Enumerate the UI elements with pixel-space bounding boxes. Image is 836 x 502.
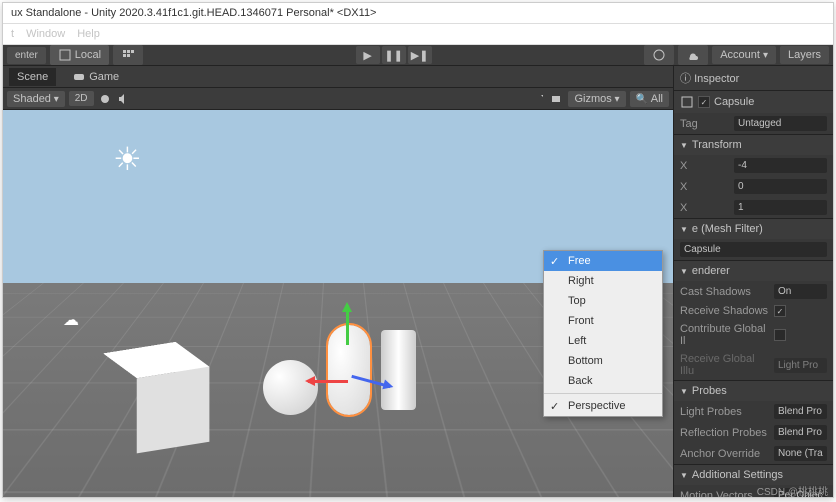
pos-x-field[interactable]: -4 — [734, 158, 827, 173]
inspector-header[interactable]: ⓘ Inspector — [674, 66, 833, 91]
receive-shadows-checkbox[interactable]: ✓ — [774, 305, 786, 317]
sun-icon: ☀ — [113, 140, 142, 178]
menu-item-window[interactable]: Window — [26, 28, 65, 40]
game-icon — [72, 70, 86, 84]
tools-icon[interactable] — [532, 92, 546, 106]
ctx-perspective[interactable]: Perspective — [544, 396, 662, 416]
cube-icon — [680, 95, 694, 109]
local-button[interactable]: Local — [50, 45, 109, 65]
step-button[interactable]: ▶❚ — [408, 46, 432, 64]
grid-icon — [121, 48, 135, 62]
view-tabs: Scene Game — [3, 66, 673, 88]
gizmo-y-axis[interactable] — [346, 305, 349, 345]
local-icon — [58, 48, 72, 62]
tag-label: Tag — [680, 118, 730, 130]
menu-item-help[interactable]: Help — [77, 28, 100, 40]
additional-header[interactable]: ▼Additional Settings — [674, 464, 833, 485]
ctx-bottom[interactable]: Bottom — [544, 351, 662, 371]
transform-header[interactable]: ▼Transform — [674, 134, 833, 155]
renderer-header[interactable]: ▼enderer — [674, 260, 833, 281]
ctx-back[interactable]: Back — [544, 371, 662, 391]
search-field[interactable]: 🔍 All — [630, 91, 669, 107]
window-title: ux Standalone - Unity 2020.3.41f1c1.git.… — [3, 3, 833, 24]
tab-game[interactable]: Game — [64, 67, 127, 87]
tag-dropdown[interactable]: Untagged — [734, 116, 827, 131]
ctx-free[interactable]: Free — [544, 251, 662, 271]
cylinder-object[interactable] — [381, 330, 416, 410]
pause-button[interactable]: ❚❚ — [382, 46, 406, 64]
light-icon[interactable] — [98, 92, 112, 106]
anchor-dropdown[interactable]: None (Tra — [774, 446, 827, 461]
mode-2d-toggle[interactable]: 2D — [69, 91, 94, 106]
camera-icon[interactable] — [550, 92, 564, 106]
probes-header[interactable]: ▼Probes — [674, 380, 833, 401]
layers-dropdown[interactable]: Layers — [780, 46, 829, 64]
menu-item-t[interactable]: t — [11, 28, 14, 40]
gizmo-x-axis[interactable] — [308, 380, 348, 383]
ctx-top[interactable]: Top — [544, 291, 662, 311]
scene-options-bar: Shaded ▾ 2D Gizmos ▾ 🔍 All — [3, 88, 673, 110]
cube-object[interactable] — [137, 367, 210, 454]
center-button[interactable]: enter — [7, 47, 46, 64]
reflection-probes-dropdown[interactable]: Blend Pro — [774, 425, 827, 440]
mesh-field[interactable]: Capsule — [680, 242, 827, 257]
sphere-object[interactable] — [263, 360, 318, 415]
view-context-menu: Free Right Top Front Left Bottom Back Pe… — [543, 250, 663, 417]
light-probes-dropdown[interactable]: Blend Pro — [774, 404, 827, 419]
scene-viewport[interactable]: ☀ ☁ Free Right Top Front Left — [3, 110, 673, 498]
ctx-front[interactable]: Front — [544, 311, 662, 331]
object-active-checkbox[interactable]: ✓ — [698, 96, 710, 108]
inspector-panel: ⓘ Inspector ✓ Capsule Tag Untagged ▼Tran… — [673, 66, 833, 498]
fx-icon[interactable] — [134, 92, 148, 106]
playback-controls: ▶ ❚❚ ▶❚ — [356, 46, 432, 64]
audio-icon[interactable] — [116, 92, 130, 106]
menu-bar: t Window Help — [3, 24, 833, 45]
object-name[interactable]: Capsule — [714, 96, 754, 108]
cloud-button[interactable] — [678, 45, 708, 65]
tab-scene[interactable]: Scene — [9, 68, 56, 86]
grid-snap-button[interactable] — [113, 45, 143, 65]
collab-icon — [652, 48, 666, 62]
cloud-icon — [686, 48, 700, 62]
ctx-right[interactable]: Right — [544, 271, 662, 291]
mesh-filter-header[interactable]: ▼e (Mesh Filter) — [674, 218, 833, 239]
cloud-icon: ☁ — [63, 310, 79, 330]
rot-x-field[interactable]: 0 — [734, 179, 827, 194]
ctx-left[interactable]: Left — [544, 331, 662, 351]
scale-x-field[interactable]: 1 — [734, 200, 827, 215]
play-button[interactable]: ▶ — [356, 46, 380, 64]
object-header: ✓ Capsule — [674, 91, 833, 113]
shading-dropdown[interactable]: Shaded ▾ — [7, 91, 65, 107]
collab-button[interactable] — [644, 45, 674, 65]
capsule-object[interactable] — [328, 325, 370, 415]
gizmos-dropdown[interactable]: Gizmos ▾ — [568, 91, 625, 107]
main-toolbar: enter Local ▶ ❚❚ ▶❚ Account ▾ Layers — [3, 45, 833, 66]
watermark: CSDN @桃桃桃 — [757, 483, 828, 498]
receive-gi-field: Light Pro — [774, 358, 827, 373]
cast-shadows-dropdown[interactable]: On — [774, 284, 827, 299]
ctx-separator — [544, 393, 662, 394]
account-dropdown[interactable]: Account ▾ — [712, 46, 776, 64]
contribute-gi-checkbox[interactable] — [774, 329, 786, 341]
